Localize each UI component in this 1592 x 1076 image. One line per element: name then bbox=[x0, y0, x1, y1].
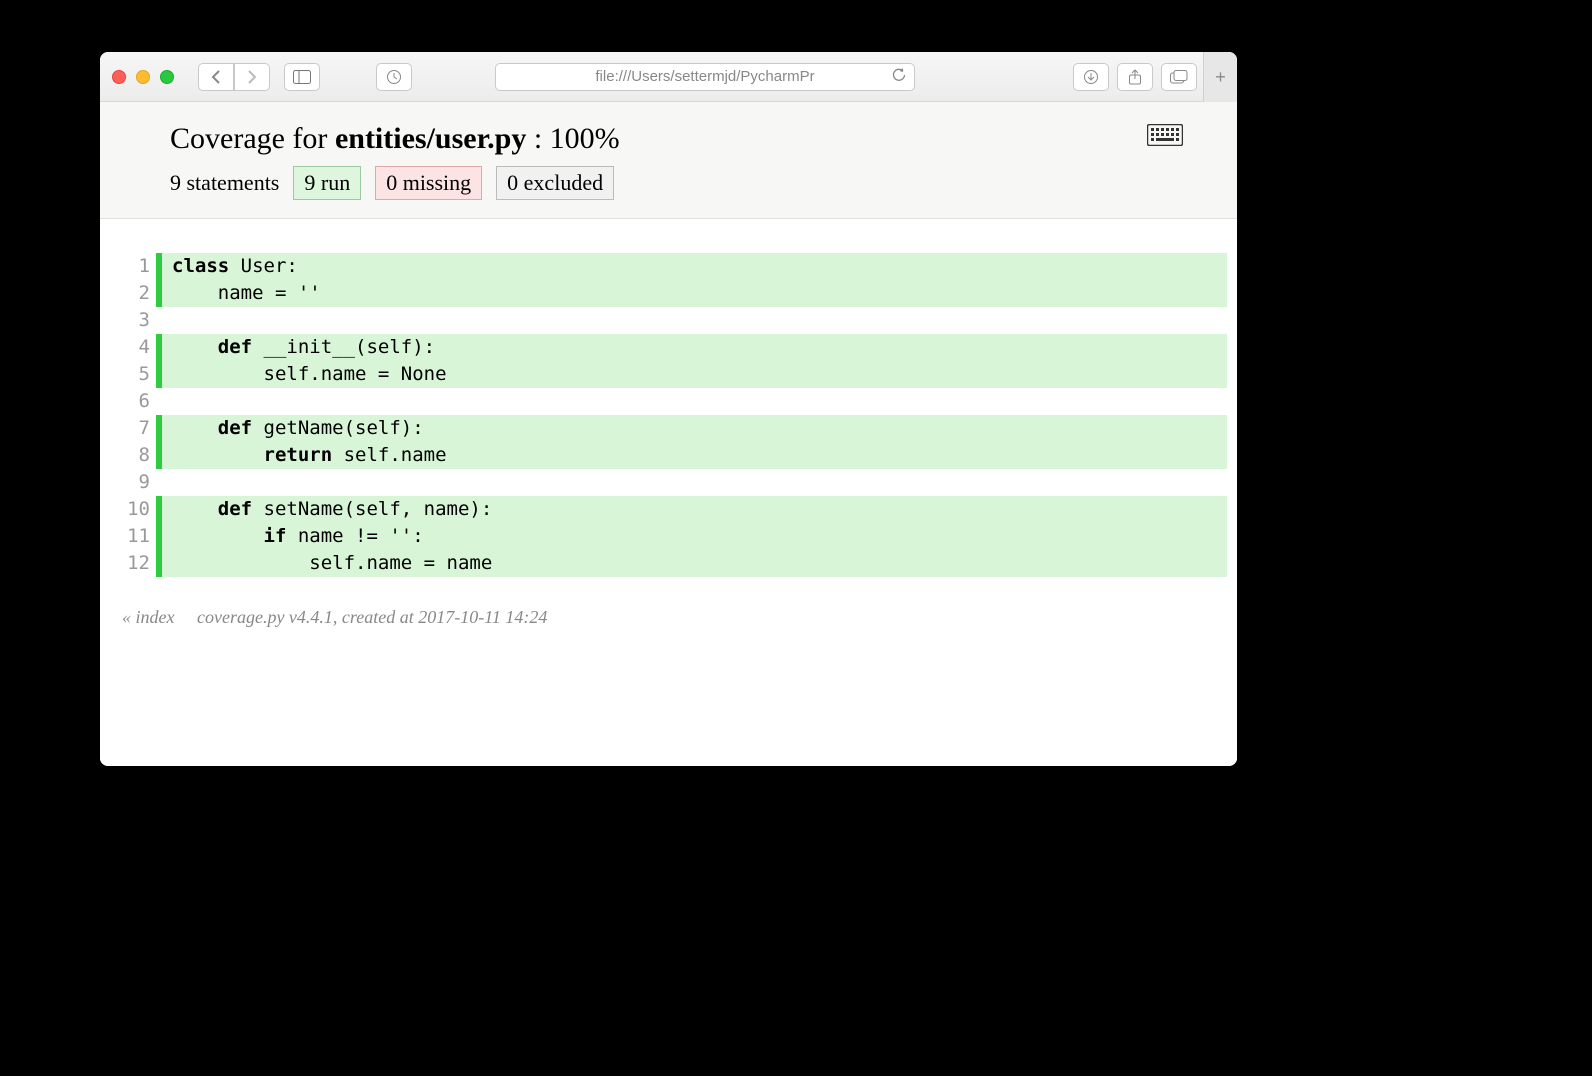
code-line: 2 name = '' bbox=[100, 280, 1237, 307]
sidebar-button[interactable] bbox=[284, 63, 320, 91]
keyboard-shortcuts-button[interactable] bbox=[1147, 124, 1183, 146]
page-title: Coverage for entities/user.py : 100% bbox=[170, 122, 1167, 156]
history-button[interactable] bbox=[376, 63, 412, 91]
zoom-window-button[interactable] bbox=[160, 70, 174, 84]
title-prefix: Coverage for bbox=[170, 122, 335, 155]
download-icon bbox=[1083, 69, 1099, 85]
line-number: 4 bbox=[100, 334, 156, 361]
missing-pill[interactable]: 0 missing bbox=[375, 166, 482, 200]
line-number: 9 bbox=[100, 469, 156, 496]
line-number: 5 bbox=[100, 361, 156, 388]
excluded-pill[interactable]: 0 excluded bbox=[496, 166, 614, 200]
address-bar[interactable]: file:///Users/settermjd/PycharmPr bbox=[495, 63, 915, 91]
forward-button[interactable] bbox=[234, 63, 270, 91]
back-button[interactable] bbox=[198, 63, 234, 91]
run-pill[interactable]: 9 run bbox=[293, 166, 361, 200]
titlebar: file:///Users/settermjd/PycharmPr bbox=[100, 52, 1237, 102]
source-text bbox=[162, 307, 1227, 334]
source-text: def __init__(self): bbox=[162, 334, 1227, 361]
minimize-window-button[interactable] bbox=[136, 70, 150, 84]
keyboard-icon bbox=[1147, 124, 1183, 146]
title-filename: entities/user.py bbox=[335, 122, 526, 155]
source-text: def setName(self, name): bbox=[162, 496, 1227, 523]
traffic-lights bbox=[112, 70, 174, 84]
index-link[interactable]: « index bbox=[122, 607, 174, 627]
code-line: 12 self.name = name bbox=[100, 550, 1237, 577]
chevron-right-icon bbox=[247, 70, 257, 84]
reload-button[interactable] bbox=[892, 68, 906, 86]
code-line: 9 bbox=[100, 469, 1237, 496]
source-text: class User: bbox=[162, 253, 1227, 280]
browser-window: file:///Users/settermjd/PycharmPr bbox=[100, 52, 1237, 766]
code-line: 6 bbox=[100, 388, 1237, 415]
code-line: 4 def __init__(self): bbox=[100, 334, 1237, 361]
code-line: 11 if name != '': bbox=[100, 523, 1237, 550]
tabs-icon bbox=[1170, 70, 1188, 84]
tabs-button[interactable] bbox=[1161, 63, 1197, 91]
share-button[interactable] bbox=[1117, 63, 1153, 91]
source-text bbox=[162, 388, 1227, 415]
line-number: 2 bbox=[100, 280, 156, 307]
line-number: 7 bbox=[100, 415, 156, 442]
source-text: self.name = name bbox=[162, 550, 1227, 577]
source-text: self.name = None bbox=[162, 361, 1227, 388]
reload-icon bbox=[892, 68, 906, 82]
code-line: 5 self.name = None bbox=[100, 361, 1237, 388]
line-number: 6 bbox=[100, 388, 156, 415]
line-number: 11 bbox=[100, 523, 156, 550]
line-number: 8 bbox=[100, 442, 156, 469]
close-window-button[interactable] bbox=[112, 70, 126, 84]
code-line: 1class User: bbox=[100, 253, 1237, 280]
coverage-header: Coverage for entities/user.py : 100% 9 s… bbox=[100, 102, 1237, 219]
sidebar-icon bbox=[293, 70, 311, 84]
stats-row: 9 statements 9 run 0 missing 0 excluded bbox=[170, 166, 1167, 200]
downloads-button[interactable] bbox=[1073, 63, 1109, 91]
share-icon bbox=[1128, 69, 1142, 85]
footer: « index coverage.py v4.4.1, created at 2… bbox=[100, 577, 1237, 628]
line-number: 12 bbox=[100, 550, 156, 577]
footer-meta: coverage.py v4.4.1, created at 2017-10-1… bbox=[197, 607, 547, 627]
line-number: 1 bbox=[100, 253, 156, 280]
line-number: 3 bbox=[100, 307, 156, 334]
source-code: 1class User:2 name = ''34 def __init__(s… bbox=[100, 219, 1237, 577]
source-text bbox=[162, 469, 1227, 496]
clock-icon bbox=[386, 69, 402, 85]
code-line: 8 return self.name bbox=[100, 442, 1237, 469]
statements-count: 9 statements bbox=[170, 170, 279, 196]
title-suffix: : 100% bbox=[526, 122, 619, 155]
code-line: 7 def getName(self): bbox=[100, 415, 1237, 442]
code-line: 3 bbox=[100, 307, 1237, 334]
chevron-left-icon bbox=[211, 70, 221, 84]
page-content: Coverage for entities/user.py : 100% 9 s… bbox=[100, 102, 1237, 766]
url-text: file:///Users/settermjd/PycharmPr bbox=[595, 68, 814, 85]
line-number: 10 bbox=[100, 496, 156, 523]
source-text: if name != '': bbox=[162, 523, 1227, 550]
code-line: 10 def setName(self, name): bbox=[100, 496, 1237, 523]
new-tab-button[interactable]: + bbox=[1203, 52, 1237, 102]
source-text: def getName(self): bbox=[162, 415, 1227, 442]
source-text: return self.name bbox=[162, 442, 1227, 469]
nav-buttons bbox=[198, 63, 270, 91]
source-text: name = '' bbox=[162, 280, 1227, 307]
